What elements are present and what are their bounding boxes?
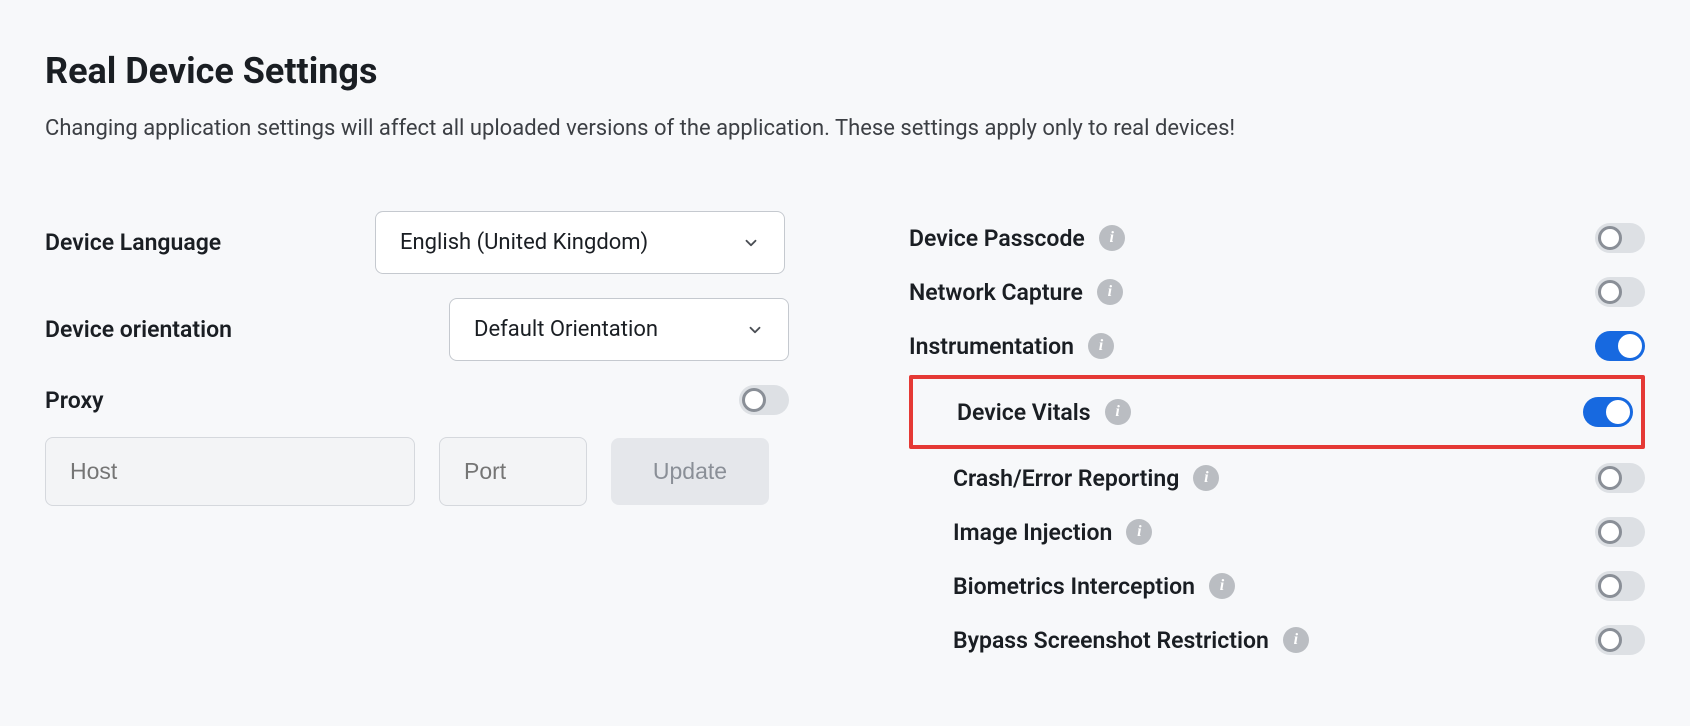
biometrics-interception-toggle[interactable] <box>1595 571 1645 601</box>
biometrics-interception-label: Biometrics Interception <box>953 573 1195 600</box>
device-passcode-label: Device Passcode <box>909 225 1085 252</box>
info-icon[interactable]: i <box>1193 465 1219 491</box>
device-language-row: Device Language English (United Kingdom) <box>45 211 789 274</box>
bypass-screenshot-restriction-toggle[interactable] <box>1595 625 1645 655</box>
proxy-row: Proxy <box>45 385 789 415</box>
chevron-down-icon <box>742 234 760 252</box>
toggle-knob <box>1598 574 1622 598</box>
proxy-label: Proxy <box>45 387 104 414</box>
image-injection-toggle[interactable] <box>1595 517 1645 547</box>
chevron-down-icon <box>746 321 764 339</box>
instrumentation-label: Instrumentation <box>909 333 1074 360</box>
left-column: Device Language English (United Kingdom)… <box>45 211 789 667</box>
toggle-knob <box>1598 520 1622 544</box>
info-icon[interactable]: i <box>1099 225 1125 251</box>
toggle-knob <box>1598 628 1622 652</box>
info-icon[interactable]: i <box>1105 399 1131 425</box>
image-injection-label: Image Injection <box>953 519 1112 546</box>
device-orientation-row: Device orientation Default Orientation <box>45 298 789 361</box>
network-capture-toggle[interactable] <box>1595 277 1645 307</box>
crash-error-reporting-toggle[interactable] <box>1595 463 1645 493</box>
bypass-screenshot-restriction-label: Bypass Screenshot Restriction <box>953 627 1269 654</box>
toggle-knob <box>1598 280 1622 304</box>
crash-error-reporting-label: Crash/Error Reporting <box>953 465 1179 492</box>
bypass-screenshot-restriction-row: Bypass Screenshot Restriction i <box>909 613 1645 667</box>
page-title: Real Device Settings <box>45 50 1645 92</box>
crash-error-reporting-row: Crash/Error Reporting i <box>909 451 1645 505</box>
device-vitals-label: Device Vitals <box>957 399 1091 426</box>
right-column: Device Passcode i Network Capture i Inst… <box>909 211 1645 667</box>
instrumentation-toggle[interactable] <box>1595 331 1645 361</box>
toggle-knob <box>1598 226 1622 250</box>
device-language-label: Device Language <box>45 229 375 256</box>
info-icon[interactable]: i <box>1283 627 1309 653</box>
network-capture-row: Network Capture i <box>909 265 1645 319</box>
device-language-value: English (United Kingdom) <box>400 230 648 255</box>
update-button[interactable]: Update <box>611 438 769 505</box>
device-orientation-value: Default Orientation <box>474 317 658 342</box>
biometrics-interception-row: Biometrics Interception i <box>909 559 1645 613</box>
proxy-host-input[interactable] <box>45 437 415 506</box>
proxy-inputs: Update <box>45 437 789 506</box>
info-icon[interactable]: i <box>1126 519 1152 545</box>
info-icon[interactable]: i <box>1088 333 1114 359</box>
image-injection-row: Image Injection i <box>909 505 1645 559</box>
instrumentation-row: Instrumentation i <box>909 319 1645 373</box>
proxy-port-input[interactable] <box>439 437 587 506</box>
toggle-knob <box>1606 400 1630 424</box>
info-icon[interactable]: i <box>1209 573 1235 599</box>
device-orientation-select[interactable]: Default Orientation <box>449 298 789 361</box>
network-capture-label: Network Capture <box>909 279 1083 306</box>
device-passcode-row: Device Passcode i <box>909 211 1645 265</box>
device-vitals-toggle[interactable] <box>1583 397 1633 427</box>
toggle-knob <box>1618 334 1642 358</box>
toggle-knob <box>742 388 766 412</box>
info-icon[interactable]: i <box>1097 279 1123 305</box>
device-language-select[interactable]: English (United Kingdom) <box>375 211 785 274</box>
toggle-knob <box>1598 466 1622 490</box>
device-vitals-row: Device Vitals i <box>909 375 1645 449</box>
proxy-toggle[interactable] <box>739 385 789 415</box>
page-subtitle: Changing application settings will affec… <box>45 116 1645 141</box>
device-passcode-toggle[interactable] <box>1595 223 1645 253</box>
device-orientation-label: Device orientation <box>45 316 375 343</box>
settings-grid: Device Language English (United Kingdom)… <box>45 211 1645 667</box>
